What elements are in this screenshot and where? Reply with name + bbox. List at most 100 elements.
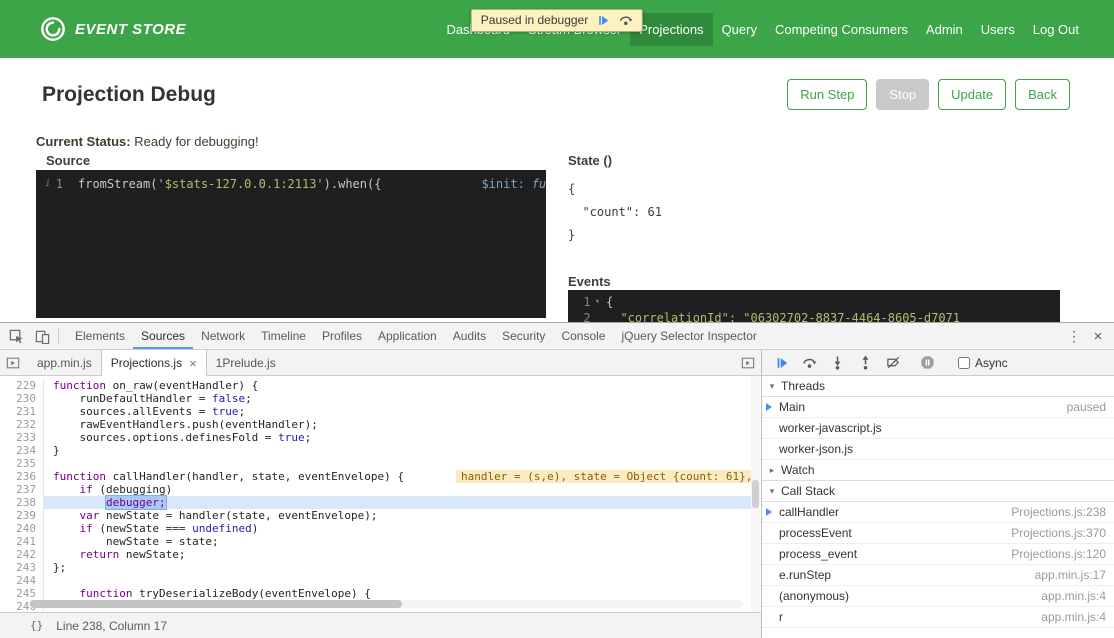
devtools-tab-elements[interactable]: Elements (67, 323, 133, 349)
nav-item-admin[interactable]: Admin (917, 13, 972, 46)
more-options-icon[interactable]: ⋮ (1062, 328, 1086, 345)
back-button[interactable]: Back (1015, 79, 1070, 110)
call-stack-frame-r[interactable]: rapp.min.js:4 (762, 607, 1114, 628)
toolbar-separator (58, 328, 59, 344)
thread-item-main[interactable]: Mainpaused (762, 397, 1114, 418)
cursor-position: Line 238, Column 17 (56, 619, 167, 633)
line-number[interactable]: 238 (0, 496, 44, 509)
line-number[interactable]: 230 (0, 392, 44, 405)
line-number[interactable]: 237 (0, 483, 44, 496)
devtools-tab-jquery-selector-inspector[interactable]: jQuery Selector Inspector (613, 323, 764, 349)
current-item-arrow-icon (766, 403, 772, 411)
close-tab-icon[interactable]: × (189, 357, 197, 370)
close-devtools-icon[interactable]: × (1086, 328, 1110, 345)
pretty-print-button[interactable]: {} (30, 619, 43, 632)
call-stack-frame-process-event[interactable]: process_eventProjections.js:120 (762, 544, 1114, 565)
line-number[interactable]: 236 (0, 470, 44, 483)
scrollbar-thumb[interactable] (30, 600, 402, 608)
thread-item-worker-javascript-js[interactable]: worker-javascript.js (762, 418, 1114, 439)
resume-script-button[interactable] (597, 14, 610, 27)
async-toggle: Async (958, 356, 1008, 370)
devtools-tab-console[interactable]: Console (553, 323, 613, 349)
device-toolbar-icon[interactable] (29, 323, 55, 349)
update-button[interactable]: Update (938, 79, 1006, 110)
devtools-tab-profiles[interactable]: Profiles (314, 323, 370, 349)
source-line-number: 1 (56, 176, 63, 192)
devtools-tab-timeline[interactable]: Timeline (253, 323, 314, 349)
file-tab-projections-js[interactable]: Projections.js× (101, 350, 207, 376)
code-editor[interactable]: 229function on_raw(eventHandler) {230 ru… (0, 376, 751, 612)
line-number[interactable]: 234 (0, 444, 44, 457)
code-text: runDefaultHandler = false; (44, 392, 751, 405)
devtools-tab-application[interactable]: Application (370, 323, 445, 349)
devtools-tab-security[interactable]: Security (494, 323, 553, 349)
code-line: 244 (0, 574, 751, 587)
scrollbar-thumb[interactable] (752, 480, 759, 508)
events-editor[interactable]: 1▾ { 2 "correlationId": "06302702-8837-4… (568, 290, 1060, 322)
nav-item-users[interactable]: Users (972, 13, 1024, 46)
line-number[interactable]: 239 (0, 509, 44, 522)
frame-location: app.min.js:4 (1031, 610, 1106, 624)
nav-item-query[interactable]: Query (713, 13, 766, 46)
step-over-button-overlay[interactable] (619, 13, 633, 27)
line-number[interactable]: 231 (0, 405, 44, 418)
devtools-tab-network[interactable]: Network (193, 323, 253, 349)
line-number[interactable]: 244 (0, 574, 44, 587)
line-number[interactable]: 243 (0, 561, 44, 574)
line-number[interactable]: 229 (0, 379, 44, 392)
code-line: 233 sources.options.definesFold = true; (0, 431, 751, 444)
toggle-drawer-icon[interactable] (735, 350, 761, 375)
editor-vertical-scrollbar[interactable] (751, 376, 760, 612)
thread-item-worker-json-js[interactable]: worker-json.js (762, 439, 1114, 460)
page-actions: Run StepStopUpdateBack (787, 79, 1070, 110)
nav-item-log-out[interactable]: Log Out (1024, 13, 1088, 46)
thread-name: worker-json.js (779, 442, 853, 456)
event-store-logo[interactable]: EVENT STORE (40, 16, 186, 42)
events-gutter[interactable]: 2 (568, 310, 606, 322)
devtools-panel: ElementsSourcesNetworkTimelineProfilesAp… (0, 322, 1114, 638)
call-stack-frame-callhandler[interactable]: callHandlerProjections.js:238 (762, 502, 1114, 523)
devtools-tab-sources[interactable]: Sources (133, 323, 193, 349)
async-checkbox[interactable] (958, 357, 970, 369)
step-into-button[interactable] (830, 355, 845, 370)
file-tab-app-min-js[interactable]: app.min.js (28, 350, 101, 375)
disclosure-collapsed-icon: ▸ (768, 465, 776, 476)
line-number[interactable]: 232 (0, 418, 44, 431)
code-text: function on_raw(eventHandler) { (44, 379, 751, 392)
line-number[interactable]: 233 (0, 431, 44, 444)
call-stack-section-header[interactable]: ▾ Call Stack (762, 481, 1114, 502)
fold-toggle-icon[interactable]: ▾ (595, 294, 600, 310)
devtools-tab-audits[interactable]: Audits (445, 323, 494, 349)
source-gutter[interactable]: i1 (36, 176, 70, 192)
nav-item-competing-consumers[interactable]: Competing Consumers (766, 13, 917, 46)
line-number[interactable]: 245 (0, 587, 44, 600)
info-gutter-icon: i (45, 176, 51, 192)
editor-horizontal-scrollbar[interactable] (28, 600, 743, 608)
file-tab-1prelude-js[interactable]: 1Prelude.js (207, 350, 285, 375)
step-out-button[interactable] (858, 355, 873, 370)
code-text: if (debugging) (44, 483, 751, 496)
step-over-button[interactable] (802, 355, 817, 370)
watch-section-header[interactable]: ▸ Watch (762, 460, 1114, 481)
events-gutter[interactable]: 1▾ (568, 294, 606, 310)
toggle-navigator-icon[interactable] (0, 350, 26, 375)
paused-in-debugger-overlay: Paused in debugger (471, 9, 643, 32)
line-number[interactable]: 235 (0, 457, 44, 470)
line-number[interactable]: 242 (0, 548, 44, 561)
code-text: } (44, 444, 751, 457)
call-stack-frame-anonymous[interactable]: (anonymous)app.min.js:4 (762, 586, 1114, 607)
line-number[interactable]: 240 (0, 522, 44, 535)
call-stack-frame-e-runstep[interactable]: e.runStepapp.min.js:17 (762, 565, 1114, 586)
source-editor[interactable]: i1 fromStream('$stats-127.0.0.1:2113').w… (36, 170, 546, 318)
code-text (44, 457, 751, 470)
deactivate-breakpoints-button[interactable] (886, 355, 901, 370)
inspect-element-icon[interactable] (3, 323, 29, 349)
resume-button[interactable] (775, 356, 789, 370)
line-number[interactable]: 241 (0, 535, 44, 548)
run-step-button[interactable]: Run Step (787, 79, 867, 110)
call-stack-frame-processevent[interactable]: processEventProjections.js:370 (762, 523, 1114, 544)
pause-on-exceptions-button[interactable] (920, 355, 935, 370)
section-title: Call Stack (781, 484, 835, 498)
thread-status: paused (1057, 400, 1106, 414)
threads-section-header[interactable]: ▾ Threads (762, 376, 1114, 397)
